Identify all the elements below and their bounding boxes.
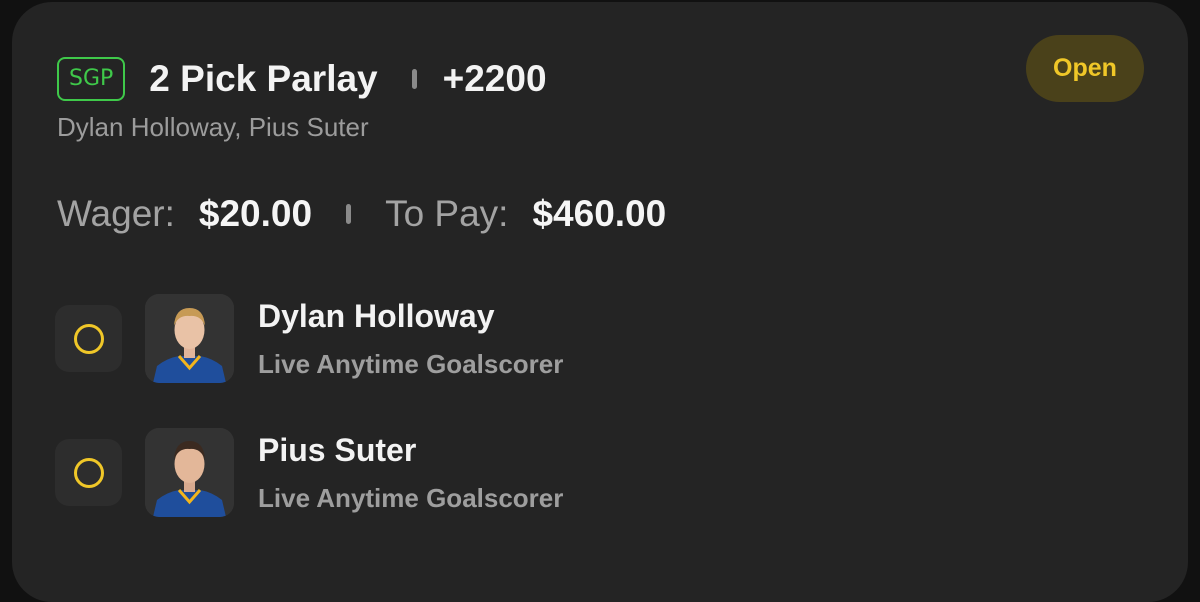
wager-value: $20.00 xyxy=(198,193,313,234)
bet-card[interactable]: SGP 2 Pick Parlay +2200 Dylan Holloway, … xyxy=(12,2,1188,602)
leg-status-indicator xyxy=(55,305,122,372)
leg-player-name: Dylan Holloway xyxy=(258,297,495,334)
circle-outline-icon xyxy=(73,323,104,354)
leg-player-name: Pius Suter xyxy=(258,431,417,468)
header-divider xyxy=(411,69,417,89)
bet-odds: +2200 xyxy=(442,58,547,99)
wager-label: Wager: xyxy=(57,193,175,234)
bet-title: 2 Pick Parlay xyxy=(149,58,378,99)
status-badge: Open xyxy=(1026,35,1144,102)
player-avatar xyxy=(145,428,234,517)
leg-market: Live Anytime Goalscorer xyxy=(258,482,564,513)
leg-row[interactable]: Pius Suter Live Anytime Goalscorer xyxy=(55,428,563,517)
bet-players: Dylan Holloway, Pius Suter xyxy=(57,112,369,142)
sgp-badge: SGP xyxy=(57,57,126,101)
leg-market: Live Anytime Goalscorer xyxy=(258,348,564,379)
player-avatar xyxy=(145,294,234,383)
circle-outline-icon xyxy=(73,457,104,488)
bet-header: SGP 2 Pick Parlay +2200 xyxy=(57,57,547,101)
leg-status-indicator xyxy=(55,439,122,506)
leg-row[interactable]: Dylan Holloway Live Anytime Goalscorer xyxy=(55,294,563,383)
wager-divider xyxy=(346,204,352,224)
to-pay-label: To Pay: xyxy=(385,193,509,234)
wager-row: Wager: $20.00 To Pay: $460.00 xyxy=(57,193,666,235)
to-pay-value: $460.00 xyxy=(532,193,667,234)
